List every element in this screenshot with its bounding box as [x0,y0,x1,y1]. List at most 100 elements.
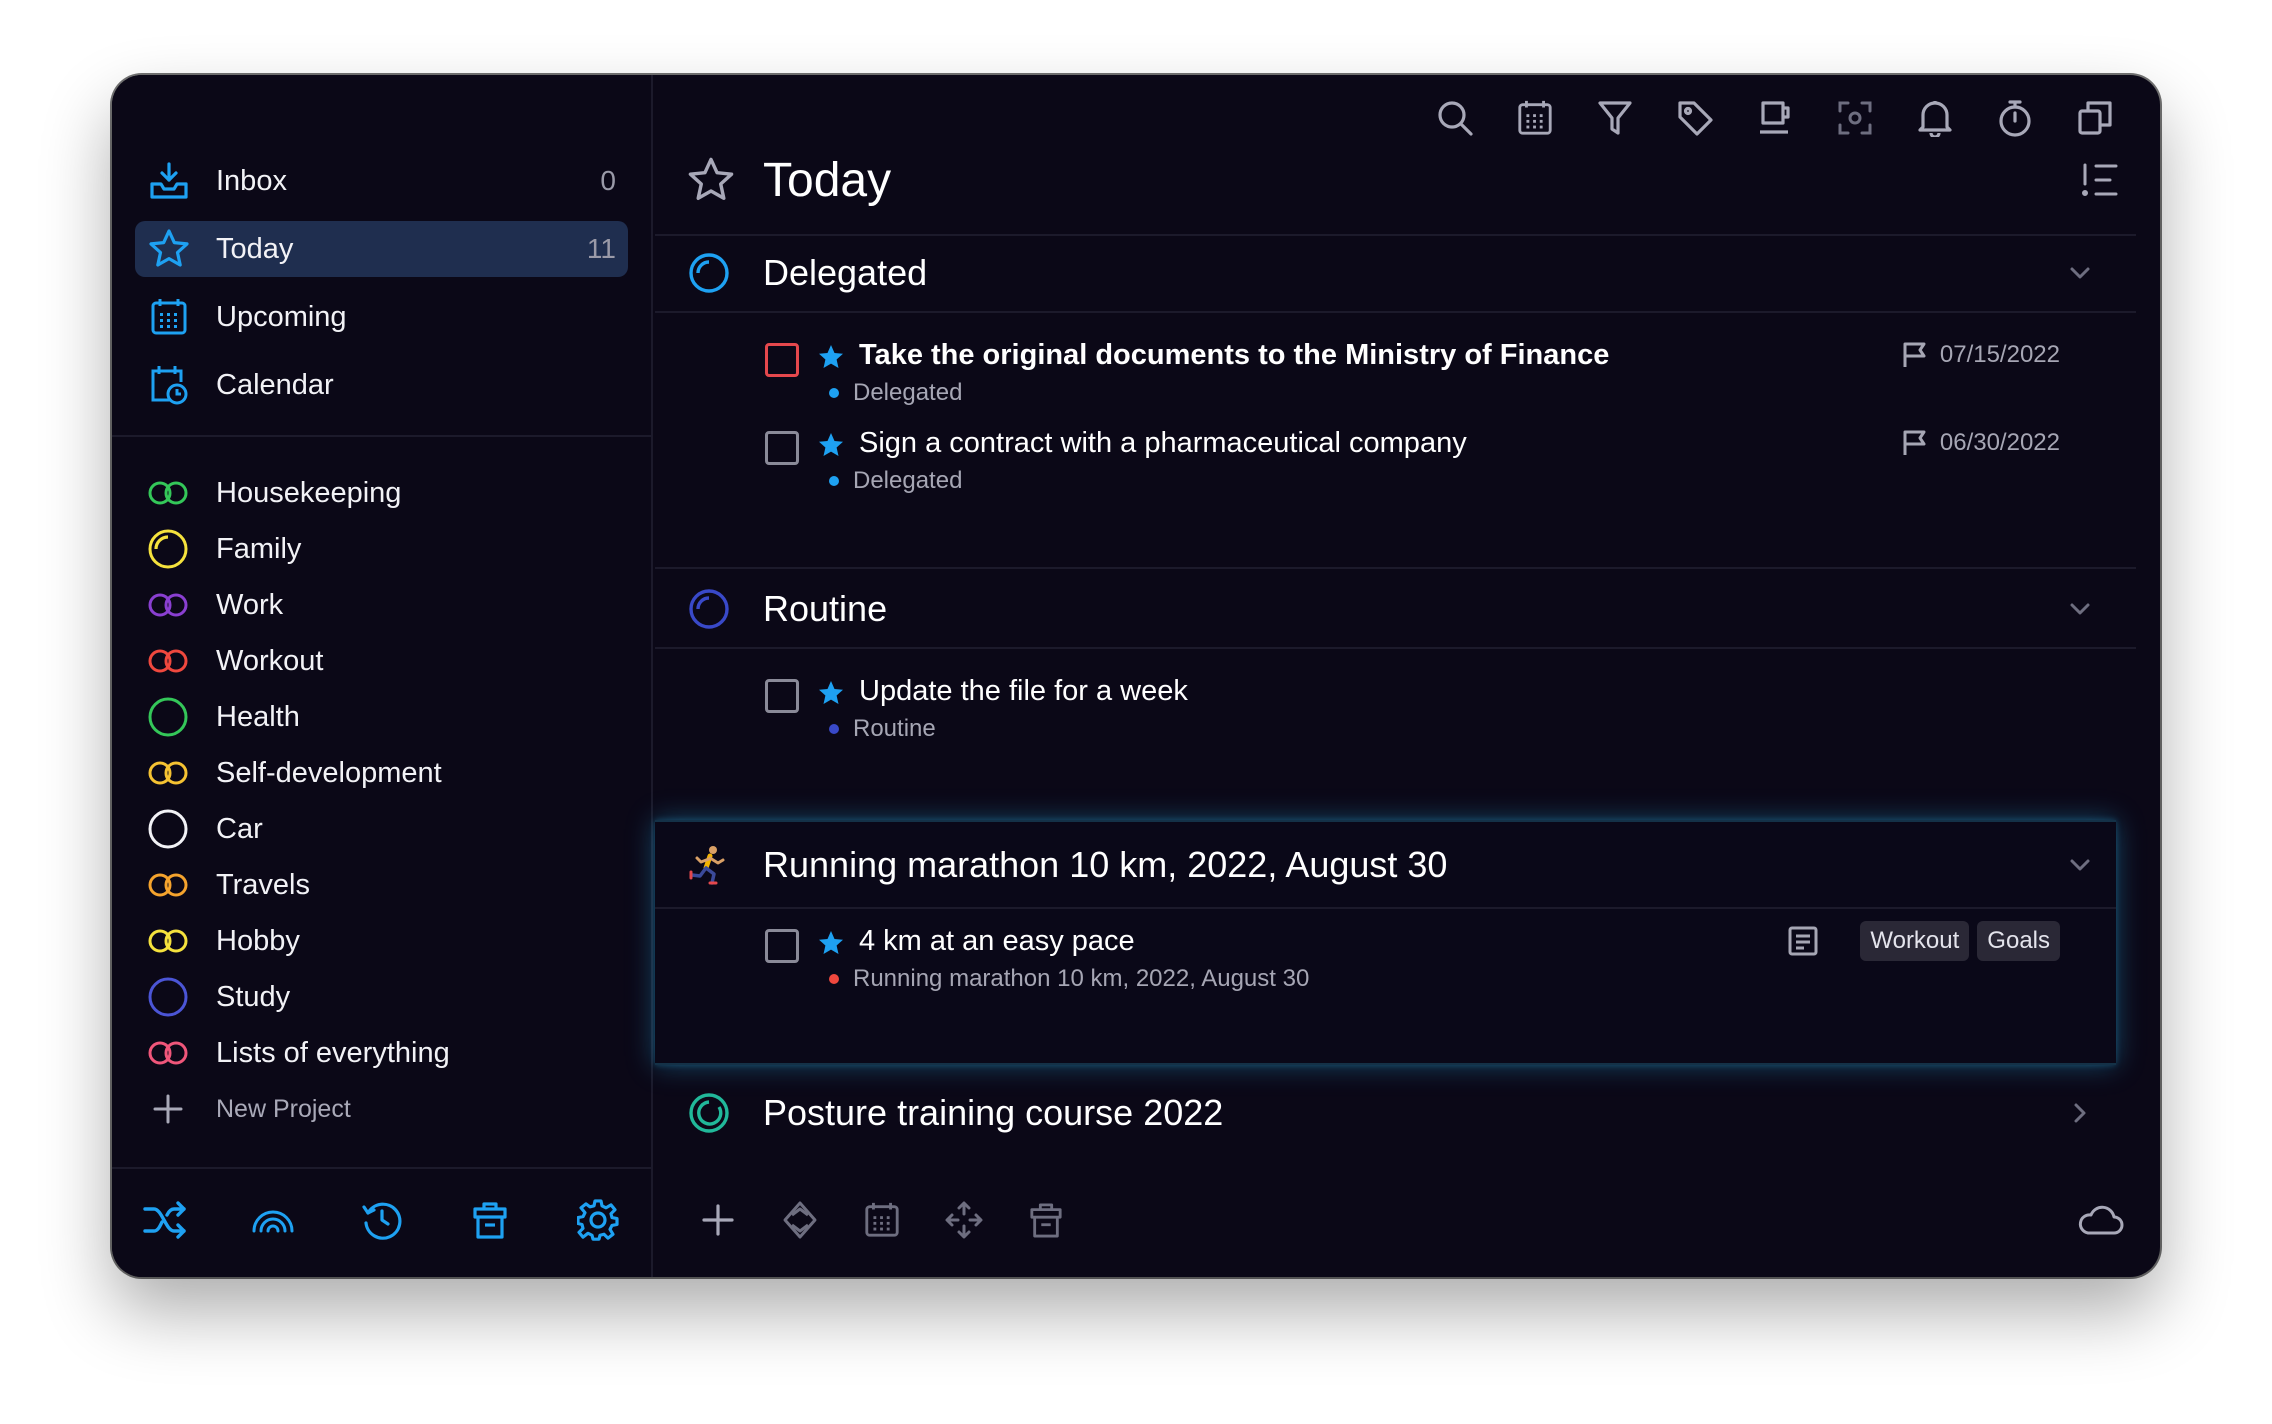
sidebar-nav: Inbox 0 Today 11 Upcoming Calendar [135,153,628,425]
task-row[interactable]: 4 km at an easy pace Running marathon 10… [765,921,2060,1003]
task-row[interactable]: Take the original documents to the Minis… [765,337,2060,417]
app-window: Inbox 0 Today 11 Upcoming Calendar House… [112,75,2160,1277]
calendar-grid-icon [147,295,191,339]
project-label: Travels [216,868,310,901]
project-hobby[interactable]: Hobby [145,913,625,969]
new-project-label: New Project [216,1094,351,1123]
bottom-toolbar [693,1195,1071,1245]
task-checkbox[interactable] [765,679,799,713]
project-study[interactable]: Study [145,969,625,1025]
circle-icon [145,806,191,852]
new-window-button[interactable] [2070,93,2120,143]
calendar-view-button[interactable] [1510,93,1560,143]
group-header-routine[interactable]: Routine [687,569,2096,649]
star-filled-icon [819,345,843,368]
star-icon [688,157,734,200]
sidebar-item-today[interactable]: Today 11 [135,221,628,277]
infinity-icon [145,862,191,908]
chevron-down-icon[interactable] [2064,849,2096,881]
task-title: Take the original documents to the Minis… [859,339,1610,371]
cloud-sync-icon[interactable] [2076,1195,2126,1245]
main-panel: Today Delegated Take the original docume… [655,75,2160,1277]
group-header-posture-training[interactable]: Posture training course 2022 [687,1073,2096,1153]
sidebar: Inbox 0 Today 11 Upcoming Calendar House… [112,75,653,1277]
sidebar-item-calendar[interactable]: Calendar [135,357,628,413]
project-workout[interactable]: Workout [145,633,625,689]
shuffle-button[interactable] [140,1195,190,1245]
project-housekeeping[interactable]: Housekeeping [145,465,625,521]
top-toolbar [1430,93,2120,143]
calendar-grid-icon [865,1202,899,1237]
trash-button[interactable] [465,1195,515,1245]
capture-button[interactable] [1830,93,1880,143]
divider [655,311,2136,313]
history-button[interactable] [357,1195,407,1245]
group-title: Delegated [763,252,928,293]
group-header-running-marathon[interactable]: Running marathon 10 km, 2022, August 30 [687,825,2096,905]
project-car[interactable]: Car [145,801,625,857]
flag-icon [1903,342,1926,367]
task-project: Running marathon 10 km, 2022, August 30 [829,965,1309,993]
task-deadline[interactable]: 06/30/2022 [1902,429,2060,457]
group-header-delegated[interactable]: Delegated [687,233,2096,313]
project-label: Lists of everything [216,1036,450,1069]
tag-workout[interactable]: Workout [1860,921,1970,961]
infinity-icon [145,750,191,796]
task-checkbox[interactable] [765,431,799,465]
note-icon[interactable] [1786,924,1820,958]
chevron-down-icon[interactable] [2064,593,2096,625]
sort-priority-icon[interactable] [2080,160,2120,200]
task-checkbox[interactable] [765,343,799,377]
project-travels[interactable]: Travels [145,857,625,913]
star-filled-icon [819,433,843,456]
tag-button[interactable] [1670,93,1720,143]
group-title: Routine [763,588,888,629]
task-row[interactable]: Update the file for a week Routine [765,673,2060,753]
project-lists-of-everything[interactable]: Lists of everything [145,1025,625,1081]
filter-button[interactable] [1590,93,1640,143]
task-project: Delegated [829,467,962,495]
sidebar-item-upcoming[interactable]: Upcoming [135,289,628,345]
delete-button[interactable] [1021,1195,1071,1245]
sidebar-item-label: Today [216,232,294,265]
sidebar-item-count: 11 [586,233,616,264]
chevron-right-icon[interactable] [2064,1097,2096,1129]
sidebar-item-count: 0 [600,165,616,196]
plus-icon [702,1204,734,1236]
task-checkbox[interactable] [765,929,799,963]
project-work[interactable]: Work [145,577,625,633]
flag-icon [1903,430,1926,455]
move-button[interactable] [939,1195,989,1245]
page-title: Today [763,153,892,207]
priority-button[interactable] [775,1195,825,1245]
trash-icon [1030,1203,1062,1238]
task-deadline[interactable]: 07/15/2022 [1902,341,2060,369]
task-row[interactable]: Sign a contract with a pharmaceutical co… [765,425,2060,505]
circle-icon [145,694,191,740]
project-family[interactable]: Family [145,521,625,577]
project-self-development[interactable]: Self-development [145,745,625,801]
timer-button[interactable] [1990,93,2040,143]
divider [655,647,2136,649]
rainbow-button[interactable] [248,1195,298,1245]
project-label: Housekeeping [216,476,402,509]
project-health[interactable]: Health [145,689,625,745]
chevron-down-icon[interactable] [2064,257,2096,289]
task-date: 07/15/2022 [1939,341,2060,368]
new-project-button[interactable]: New Project [145,1081,625,1137]
search-icon [1438,101,1473,136]
rainbow-icon [252,1210,294,1233]
page-header: Today [687,145,2120,215]
sidebar-item-inbox[interactable]: Inbox 0 [135,153,628,209]
settings-button[interactable] [573,1195,623,1245]
focus-button[interactable] [1750,93,1800,143]
search-button[interactable] [1430,93,1480,143]
add-task-button[interactable] [693,1195,743,1245]
task-project: Delegated [829,379,962,407]
project-label: Family [216,532,302,565]
notifications-button[interactable] [1910,93,1960,143]
project-list: Housekeeping Family Work Workout Health … [145,465,625,1137]
schedule-button[interactable] [857,1195,907,1245]
tag-goals[interactable]: Goals [1977,921,2060,961]
progress-circle-icon [687,251,731,295]
